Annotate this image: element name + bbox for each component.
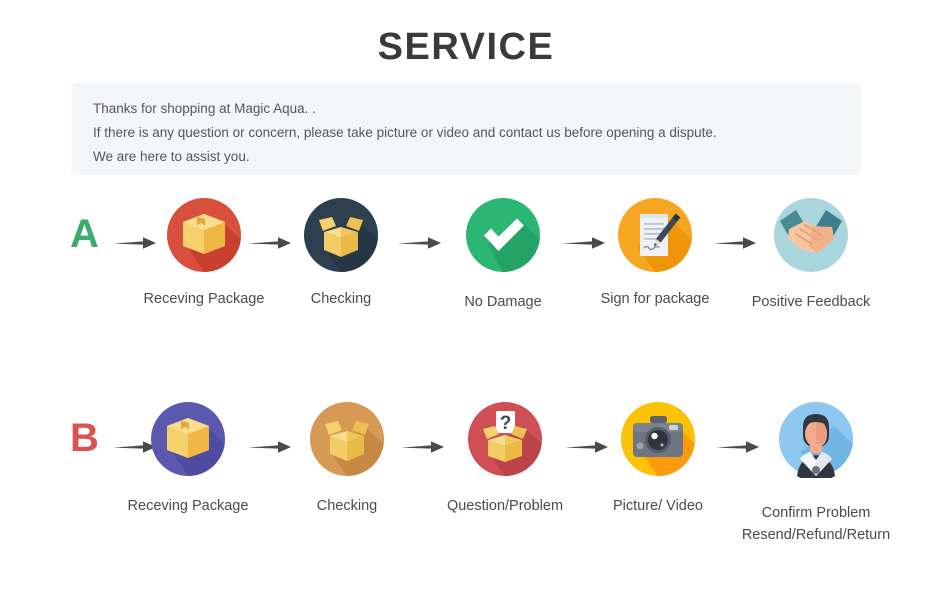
flow-step-b-2: Checking [272, 400, 422, 517]
flow-step-b-3: ? Question/Problem [430, 400, 580, 517]
flow-step-label: Checking [310, 291, 372, 307]
support-person-icon [777, 400, 855, 478]
flow-step-label: Receving Package [127, 498, 249, 514]
package-closed-icon [165, 196, 243, 274]
flow-step-a-4: Sign for package [580, 196, 730, 310]
flow-step-label: Confirm Problem Resend/Refund/Return [741, 505, 891, 543]
flow-row-b: B Receving Package Checking ? Question/P… [0, 400, 932, 570]
flow-step-a-3: No Damage [428, 196, 578, 313]
flow-step-b-5: Confirm Problem Resend/Refund/Return [741, 400, 891, 546]
flow-step-a-2: Checking [266, 196, 416, 310]
flow-step-label: Checking [316, 498, 378, 514]
package-question-icon: ? [466, 400, 544, 478]
notice-line-3: We are here to assist you. [93, 149, 250, 164]
flow-step-label: Sign for package [600, 291, 710, 307]
flow-step-label: No Damage [464, 294, 542, 310]
flow-step-b-1: Receving Package [113, 400, 263, 517]
notice-panel: Thanks for shopping at Magic Aqua. . If … [71, 83, 861, 175]
package-open-icon [308, 400, 386, 478]
flow-step-a-1: Receving Package [129, 196, 279, 310]
svg-text:?: ? [500, 413, 512, 434]
flow-step-label: Picture/ Video [612, 498, 703, 514]
flow-label-b: B [70, 416, 99, 460]
handshake-icon [772, 196, 850, 274]
package-open-icon [302, 196, 380, 274]
package-closed-icon [149, 400, 227, 478]
page-title: SERVICE [377, 26, 555, 68]
camera-icon [619, 400, 697, 478]
flow-step-b-4: Picture/ Video [583, 400, 733, 517]
flow-label-a: A [70, 212, 99, 256]
document-pen-icon [616, 196, 694, 274]
notice-line-1: Thanks for shopping at Magic Aqua. . [93, 101, 316, 116]
flow-row-a: A Receving Package Checking No Damage Si… [0, 196, 932, 366]
flow-step-label: Question/Problem [446, 498, 564, 514]
notice-line-2: If there is any question or concern, ple… [93, 125, 717, 140]
flow-step-label: Receving Package [143, 291, 265, 307]
flow-step-a-5: Positive Feedback [736, 196, 886, 313]
check-mark-icon [464, 196, 542, 274]
flow-step-label: Positive Feedback [751, 294, 871, 310]
